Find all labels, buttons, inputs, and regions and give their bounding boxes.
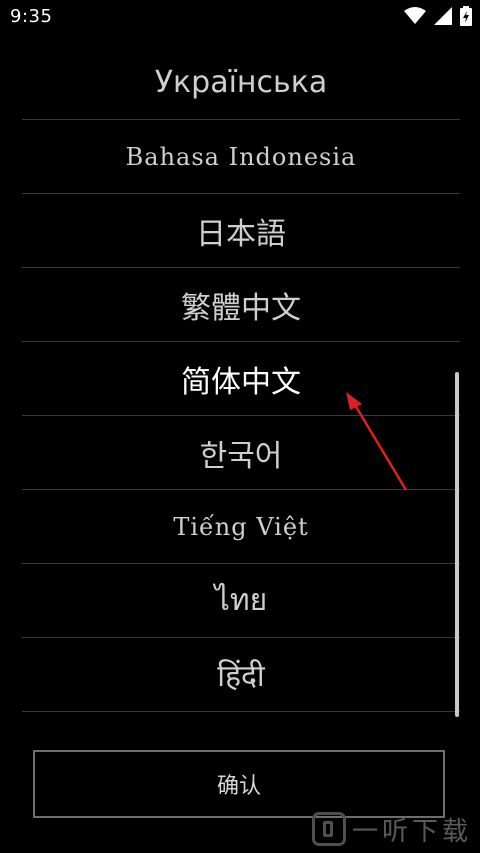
status-icons [404,6,472,26]
language-option-thai[interactable]: ไทย [22,564,460,638]
language-option-ukrainian[interactable]: Українська [22,46,460,120]
status-time: 9:35 [10,6,53,27]
red-arrow-annotation [346,392,408,491]
language-option-hindi[interactable]: हिंदी [22,638,460,712]
language-option-indonesian[interactable]: Bahasa Indonesia [22,120,460,194]
confirm-button[interactable]: 确认 [33,750,445,818]
language-option-vietnamese[interactable]: Tiếng Việt [22,490,460,564]
signal-icon [434,7,452,25]
watermark-logo-icon [311,812,346,846]
language-option-traditional-chinese[interactable]: 繁體中文 [22,268,460,342]
wifi-icon [404,7,426,24]
status-bar: 9:35 [0,0,480,34]
scrollbar[interactable] [455,372,459,717]
language-list: Українська Bahasa Indonesia 日本語 繁體中文 简体中… [22,46,460,712]
language-option-japanese[interactable]: 日本語 [22,194,460,268]
watermark: 一听下载 [311,809,472,849]
watermark-text: 一听下载 [351,816,472,847]
battery-charging-icon [460,6,472,26]
